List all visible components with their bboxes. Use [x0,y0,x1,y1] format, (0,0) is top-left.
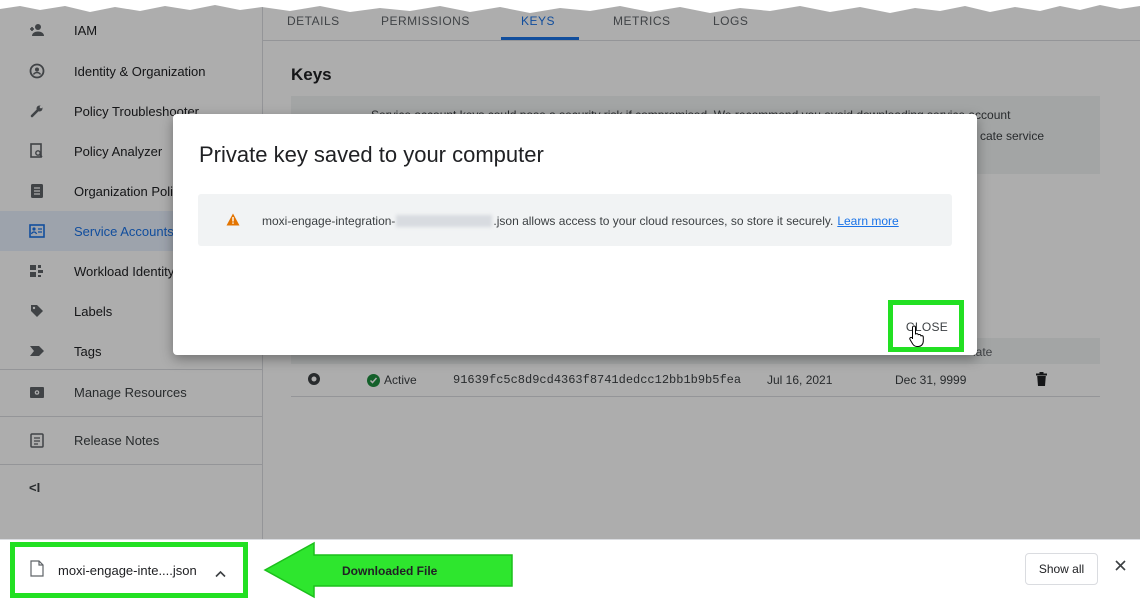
warning-message: moxi-engage-integration- .json allows ac… [262,214,899,228]
filename-prefix: moxi-engage-integration- [262,214,396,228]
private-key-dialog: Private key saved to your computer moxi-… [173,114,977,355]
show-all-button[interactable]: Show all [1025,553,1098,585]
torn-edge-decoration [0,0,1140,13]
download-item[interactable]: moxi-engage-inte....json [10,542,248,598]
learn-more-link[interactable]: Learn more [837,214,898,228]
dialog-title: Private key saved to your computer [199,142,544,167]
close-icon[interactable] [1115,558,1126,576]
hand-cursor-icon [908,324,928,353]
redacted-id [396,215,493,227]
chevron-up-icon[interactable] [215,565,226,583]
warning-icon [226,213,240,229]
file-icon [30,560,44,582]
download-bar: moxi-engage-inte....json Downloaded File… [0,539,1140,600]
annotation-label: Downloaded File [342,564,438,578]
download-filename: moxi-engage-inte....json [58,563,197,578]
warning-text: .json allows access to your cloud resour… [493,214,834,228]
warning-message-box: moxi-engage-integration- .json allows ac… [198,194,952,246]
